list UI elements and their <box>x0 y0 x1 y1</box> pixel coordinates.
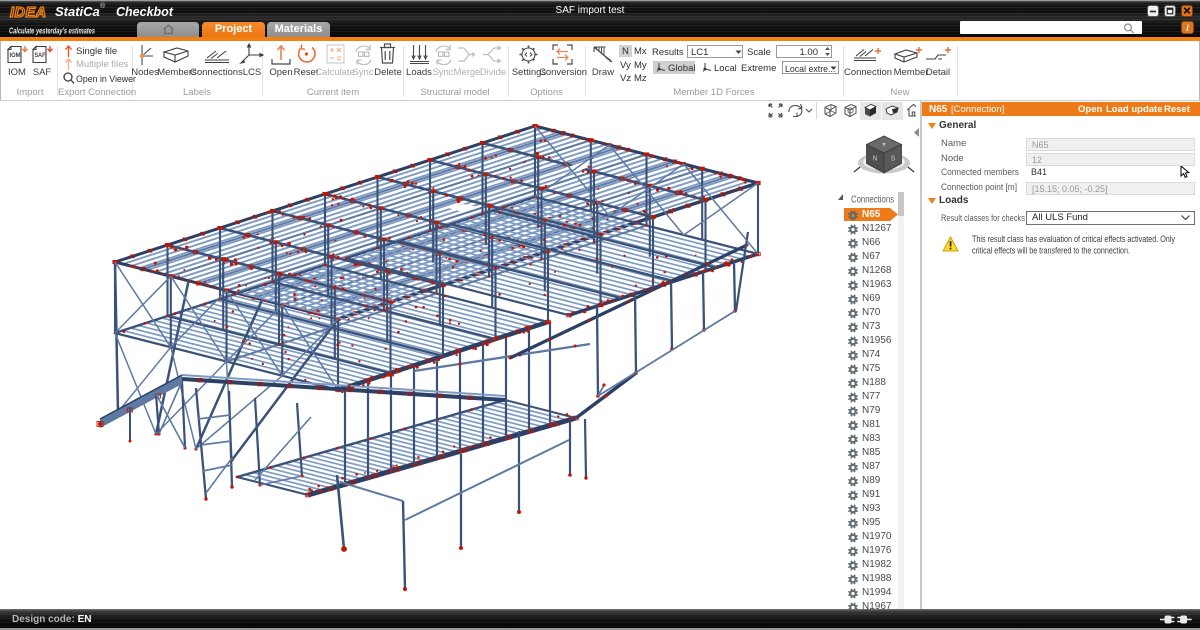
svg-text:critical effects will be trans: critical effects will be transfered to t… <box>972 246 1130 256</box>
svg-text:SAF: SAF <box>35 52 46 59</box>
svg-text:Connection point [m]: Connection point [m] <box>941 182 1017 193</box>
svg-text:▾: ▾ <box>882 142 886 149</box>
svg-text:S: S <box>891 156 896 163</box>
svg-text:This result class has evaluati: This result class has evaluation of crit… <box>972 234 1175 244</box>
svg-text:Connections: Connections <box>851 195 894 206</box>
svg-text:Connected members: Connected members <box>941 167 1019 178</box>
svg-text:N: N <box>872 156 877 163</box>
svg-text:IDEA: IDEA <box>10 5 47 20</box>
svg-text:Result classes for checks: Result classes for checks <box>941 213 1025 224</box>
svg-text:IOM: IOM <box>10 52 21 59</box>
svg-text:Calculate yesterday's estimate: Calculate yesterday's estimates <box>9 27 95 36</box>
